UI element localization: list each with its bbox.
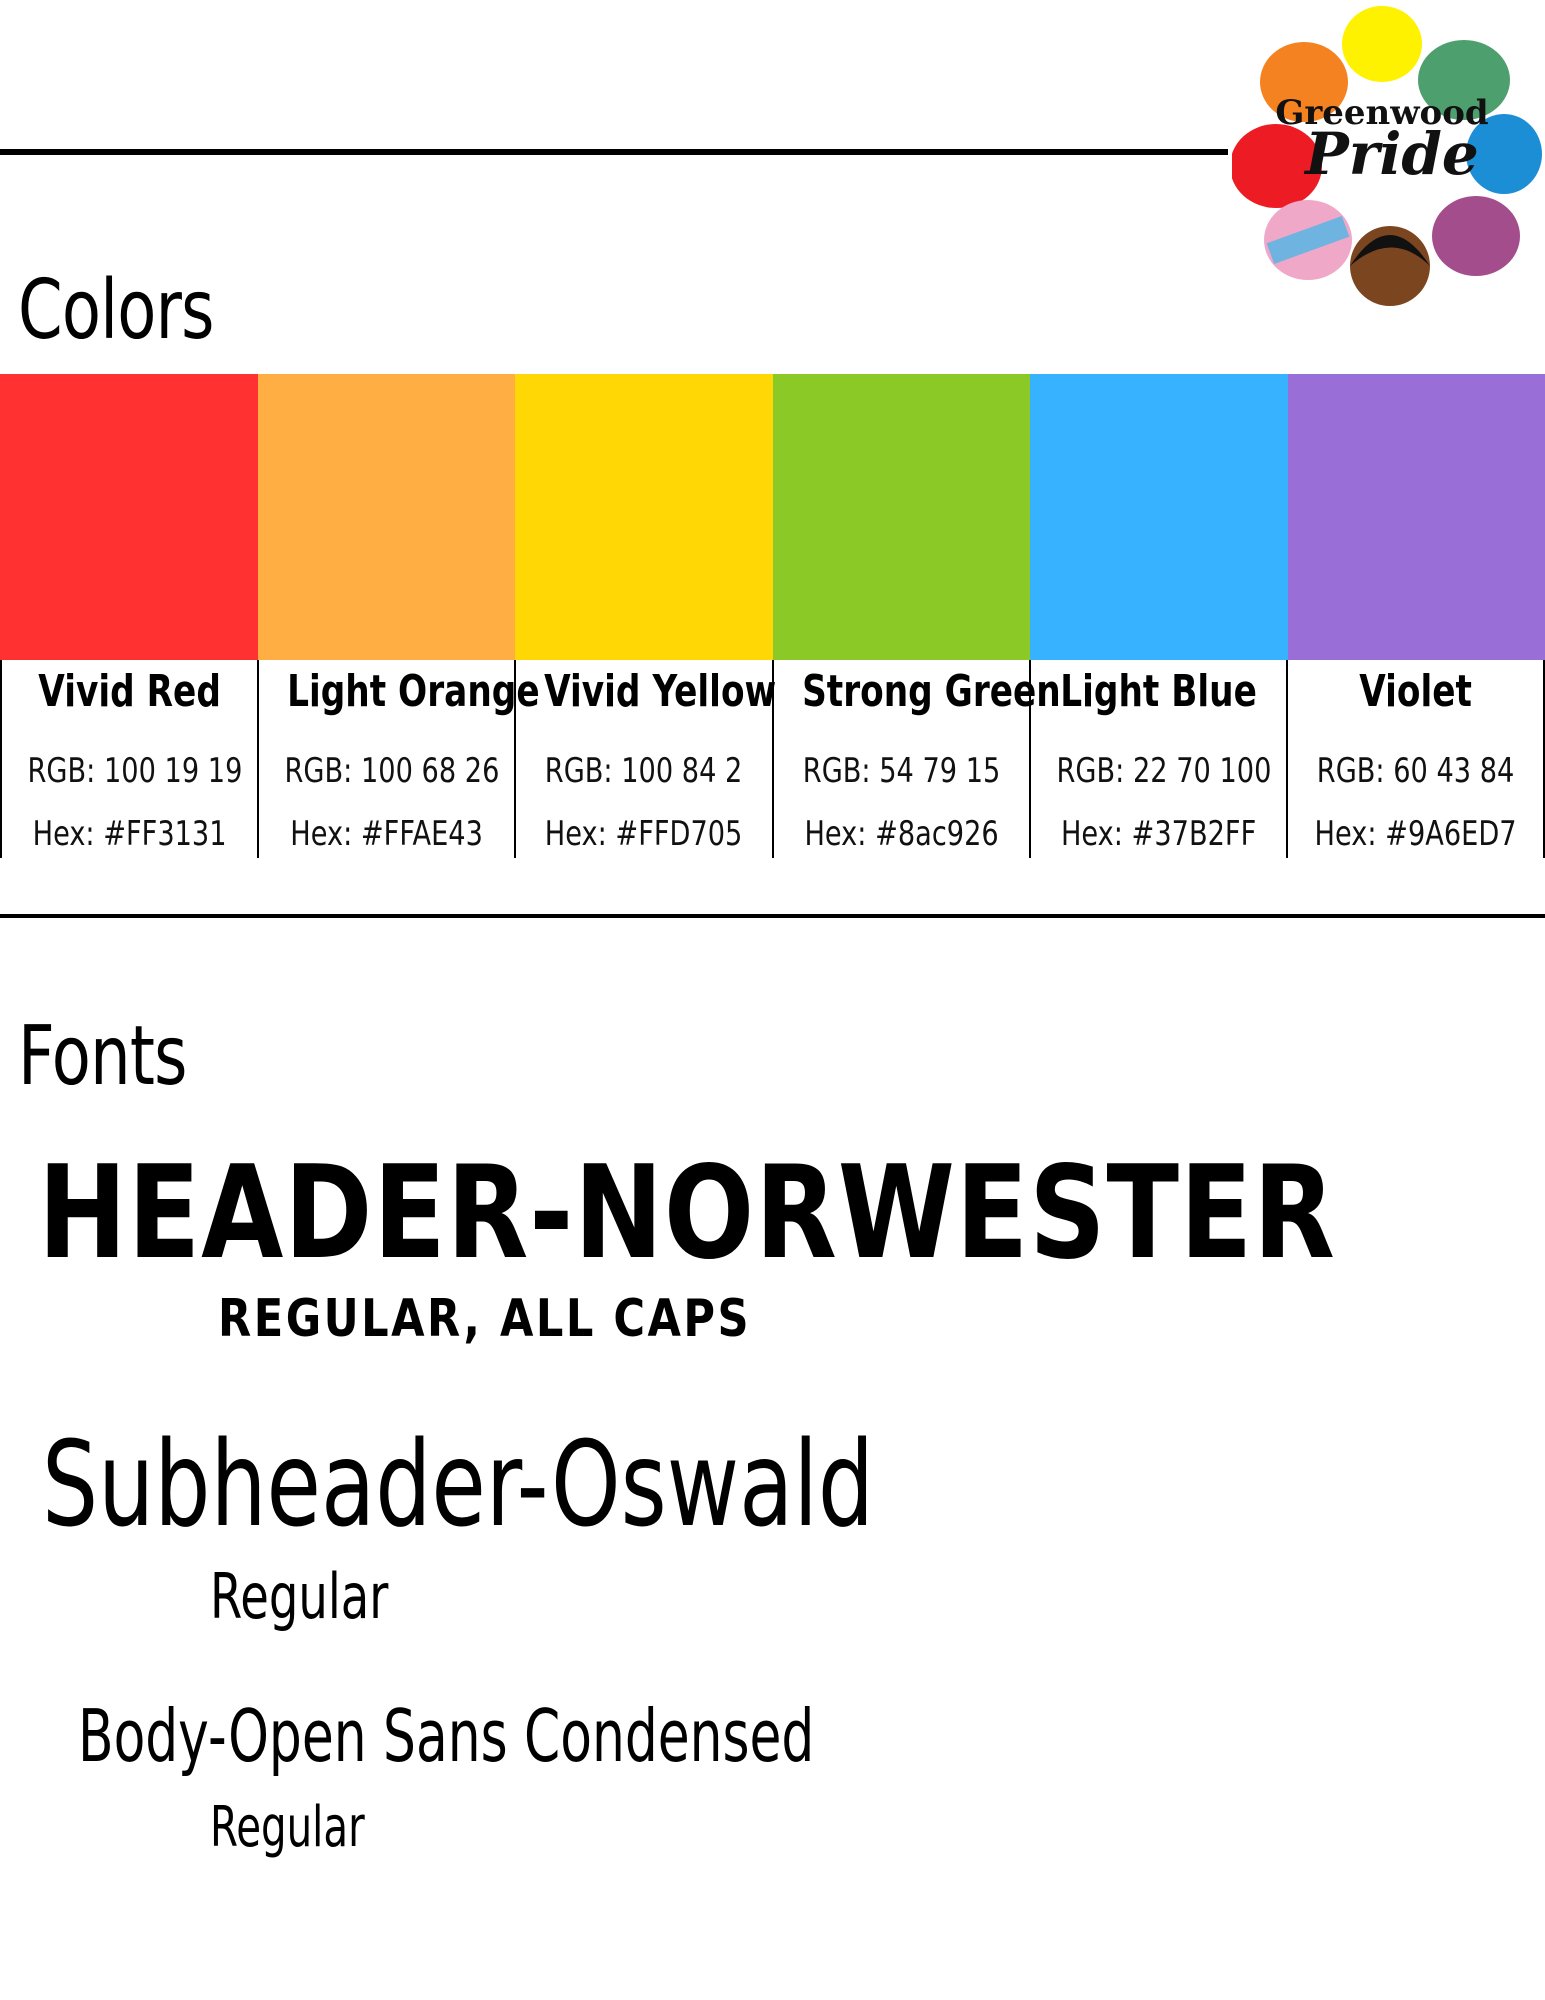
color-label-light-orange: Light Orange RGB: 100 68 26 Hex: #FFAE43	[257, 660, 540, 858]
header-font-style: REGULAR, ALL CAPS	[218, 1289, 752, 1349]
swatch-light-orange	[257, 374, 515, 660]
subheader-font-style: Regular	[210, 1560, 389, 1633]
color-name: Light Orange	[287, 666, 540, 717]
color-name: Light Blue	[1059, 666, 1257, 717]
color-labels: Vivid Red RGB: 100 19 19 Hex: #FF3131 Li…	[0, 660, 1545, 858]
color-label-violet: Violet RGB: 60 43 84 Hex: #9A6ED7	[1285, 660, 1545, 858]
color-rgb: RGB: 60 43 84	[1316, 751, 1515, 791]
flower-logo-icon: Greenwood Pride	[1232, 6, 1542, 306]
swatch-vivid-red	[0, 374, 258, 660]
color-hex: Hex: #37B2FF	[1060, 814, 1256, 854]
color-hex: Hex: #FFD705	[545, 814, 743, 854]
body-font-style: Regular	[210, 1795, 365, 1860]
color-swatches	[0, 374, 1545, 660]
greenwood-pride-logo: Greenwood Pride	[1232, 4, 1542, 310]
logo-text-pride: Pride	[1303, 120, 1479, 188]
color-rgb: RGB: 100 19 19	[27, 751, 243, 791]
colors-section-title: Colors	[18, 263, 214, 358]
color-name: Vivid Yellow	[544, 666, 777, 717]
header-font-sample: HEADER-NORWESTER	[38, 1139, 1336, 1288]
color-rgb: RGB: 100 68 26	[284, 751, 500, 791]
color-rgb: RGB: 22 70 100	[1056, 751, 1272, 791]
color-name: Violet	[1359, 666, 1472, 717]
swatch-light-blue	[1030, 374, 1288, 660]
color-label-light-blue: Light Blue RGB: 22 70 100 Hex: #37B2FF	[1028, 660, 1286, 858]
color-hex: Hex: #FF3131	[32, 814, 227, 854]
color-label-strong-green: Strong Green RGB: 54 79 15 Hex: #8ac926	[771, 660, 1061, 858]
swatch-violet	[1287, 374, 1545, 660]
color-hex: Hex: #9A6ED7	[1314, 814, 1517, 854]
fonts-section-title: Fonts	[18, 1009, 187, 1104]
top-divider	[0, 149, 1228, 155]
swatch-vivid-yellow	[515, 374, 773, 660]
color-name: Strong Green	[801, 666, 1061, 717]
color-label-vivid-yellow: Vivid Yellow RGB: 100 84 2 Hex: #FFD705	[514, 660, 777, 858]
section-divider	[0, 914, 1545, 918]
color-label-vivid-red: Vivid Red RGB: 100 19 19 Hex: #FF3131	[0, 660, 257, 858]
color-hex: Hex: #FFAE43	[290, 814, 484, 854]
body-font-sample: Body-Open Sans Condensed	[78, 1694, 815, 1778]
color-rgb: RGB: 100 84 2	[545, 751, 743, 791]
color-hex: Hex: #8ac926	[803, 814, 999, 854]
subheader-font-sample: Subheader-Oswald	[42, 1415, 875, 1553]
color-name: Vivid Red	[38, 666, 221, 717]
color-rgb: RGB: 54 79 15	[802, 751, 1000, 791]
swatch-strong-green	[772, 374, 1030, 660]
